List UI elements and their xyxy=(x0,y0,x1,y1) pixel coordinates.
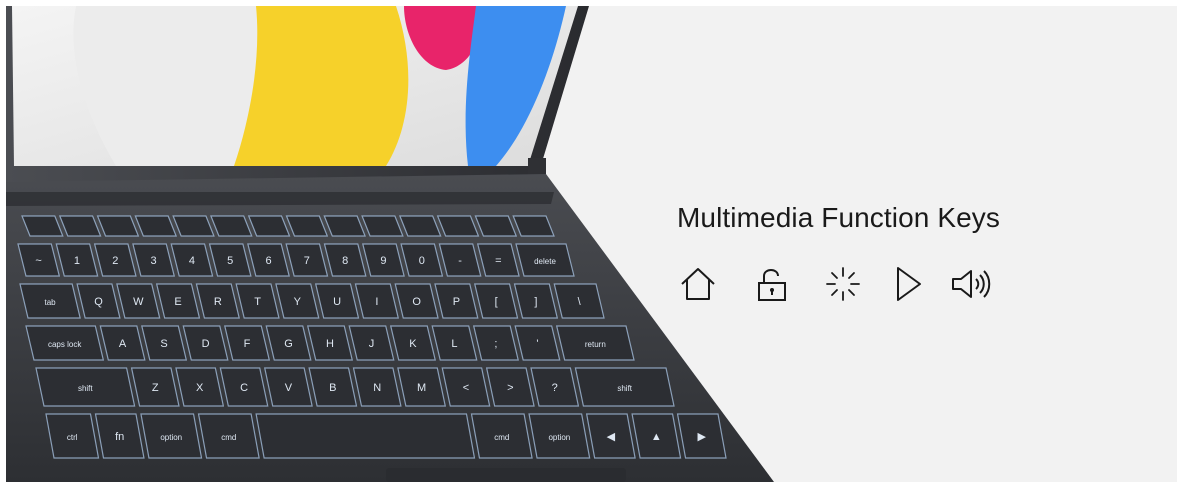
keyboard-key-label: W xyxy=(133,296,144,308)
tablet-keyboard-product-image: ~1 2 3 4 5 6 7 8 9 0- = delete tab Q W E R T Y U I O P[] \ caps … xyxy=(6,6,786,482)
keyboard-key-label: L xyxy=(451,338,457,350)
keyboard-key-label: option xyxy=(160,433,182,442)
keyboard-key-label: C xyxy=(240,382,248,394)
keyboard-key-label: > xyxy=(507,382,513,394)
keyboard-key-label: 6 xyxy=(265,255,271,267)
keyboard-keys: ~1 2 3 4 5 6 7 8 9 0- = deletetab Q W E R T Y U I O P[] \caps … xyxy=(17,215,727,459)
keyboard-key-label: I xyxy=(375,296,378,308)
keyboard-key-label: Q xyxy=(94,296,103,308)
tablet-wallpaper xyxy=(73,6,566,166)
keyboard-key-label: cmd xyxy=(494,433,509,442)
keyboard-key-label: 8 xyxy=(342,255,348,267)
banner-title: Multimedia Function Keys xyxy=(677,202,1000,233)
keyboard-key-label: [ xyxy=(495,296,498,308)
trackpad xyxy=(386,468,626,482)
keyboard-key-label: D xyxy=(202,338,210,350)
keyboard-key-label: caps lock xyxy=(48,340,82,349)
keyboard-key-label: tab xyxy=(45,298,57,307)
volume-icon xyxy=(950,264,992,304)
keyboard-key-label: R xyxy=(214,296,222,308)
keyboard-key-label: 2 xyxy=(112,255,118,267)
keyboard-key-label: ] xyxy=(534,296,537,308)
keyboard-key-label: 5 xyxy=(227,255,233,267)
keyboard-key-label: fn xyxy=(115,431,124,443)
keyboard-key-label: 4 xyxy=(189,255,195,267)
keyboard-key-label: ◀ xyxy=(607,431,616,443)
keyboard-key-label: < xyxy=(463,382,469,394)
keyboard-key-label: G xyxy=(284,338,293,350)
keyboard-key-label: M xyxy=(417,382,426,394)
keyboard-key-label: 9 xyxy=(380,255,386,267)
play-icon xyxy=(890,264,932,304)
keyboard-key xyxy=(255,413,476,459)
keyboard-key-label: ▲ xyxy=(651,431,662,443)
keyboard-key-label: N xyxy=(373,382,381,394)
keyboard-key-label: S xyxy=(160,338,167,350)
keyboard-key-label: ' xyxy=(536,338,538,350)
keyboard-key-label: ~ xyxy=(35,255,41,267)
keyboard-key-label: O xyxy=(412,296,421,308)
keyboard-key-label: E xyxy=(174,296,181,308)
brightness-icon xyxy=(822,264,864,304)
home-icon xyxy=(677,264,719,304)
keyboard-key-label: delete xyxy=(534,257,556,266)
keyboard-key-label: 1 xyxy=(74,255,80,267)
keyboard-key-label: A xyxy=(119,338,127,350)
keyboard-key-label: cmd xyxy=(221,433,236,442)
keyboard-key-label: shift xyxy=(78,384,93,393)
keyboard: ~1 2 3 4 5 6 7 8 9 0- = deletetab Q W E R T Y U I O P[] \caps … xyxy=(6,174,774,482)
keyboard-key-label: H xyxy=(326,338,334,350)
keyboard-key-label: T xyxy=(254,296,261,308)
keyboard-key-label: J xyxy=(369,338,375,350)
keyboard-key-label: ? xyxy=(552,382,558,394)
keyboard-key-label: B xyxy=(329,382,336,394)
product-banner: ~1 2 3 4 5 6 7 8 9 0- = delete tab Q W E R T Y U I O P[] \ caps … xyxy=(6,6,1177,482)
keyboard-key-label: V xyxy=(285,382,293,394)
tablet xyxy=(6,6,589,188)
keyboard-key-label: F xyxy=(244,338,251,350)
keyboard-key-label: ▶ xyxy=(698,431,707,443)
keyboard-key-label: Z xyxy=(152,382,159,394)
keyboard-key-label: = xyxy=(495,255,501,267)
keyboard-key-label: 0 xyxy=(419,255,425,267)
keyboard-key-label: X xyxy=(196,382,204,394)
keyboard-key-label: 7 xyxy=(304,255,310,267)
keyboard-key-label: ; xyxy=(494,338,497,350)
keyboard-key-label: shift xyxy=(617,384,632,393)
keyboard-key-label: P xyxy=(453,296,460,308)
keyboard-key-label: - xyxy=(458,255,462,267)
keyboard-key-label: ctrl xyxy=(67,433,78,442)
keyboard-key-label: K xyxy=(409,338,417,350)
keyboard-key-label: 3 xyxy=(151,255,157,267)
keyboard-key-label: return xyxy=(585,340,606,349)
keyboard-key-label: U xyxy=(333,296,341,308)
keyboard-key-label: Y xyxy=(294,296,302,308)
keyboard-key-label: option xyxy=(548,433,570,442)
lock-icon xyxy=(751,264,793,304)
